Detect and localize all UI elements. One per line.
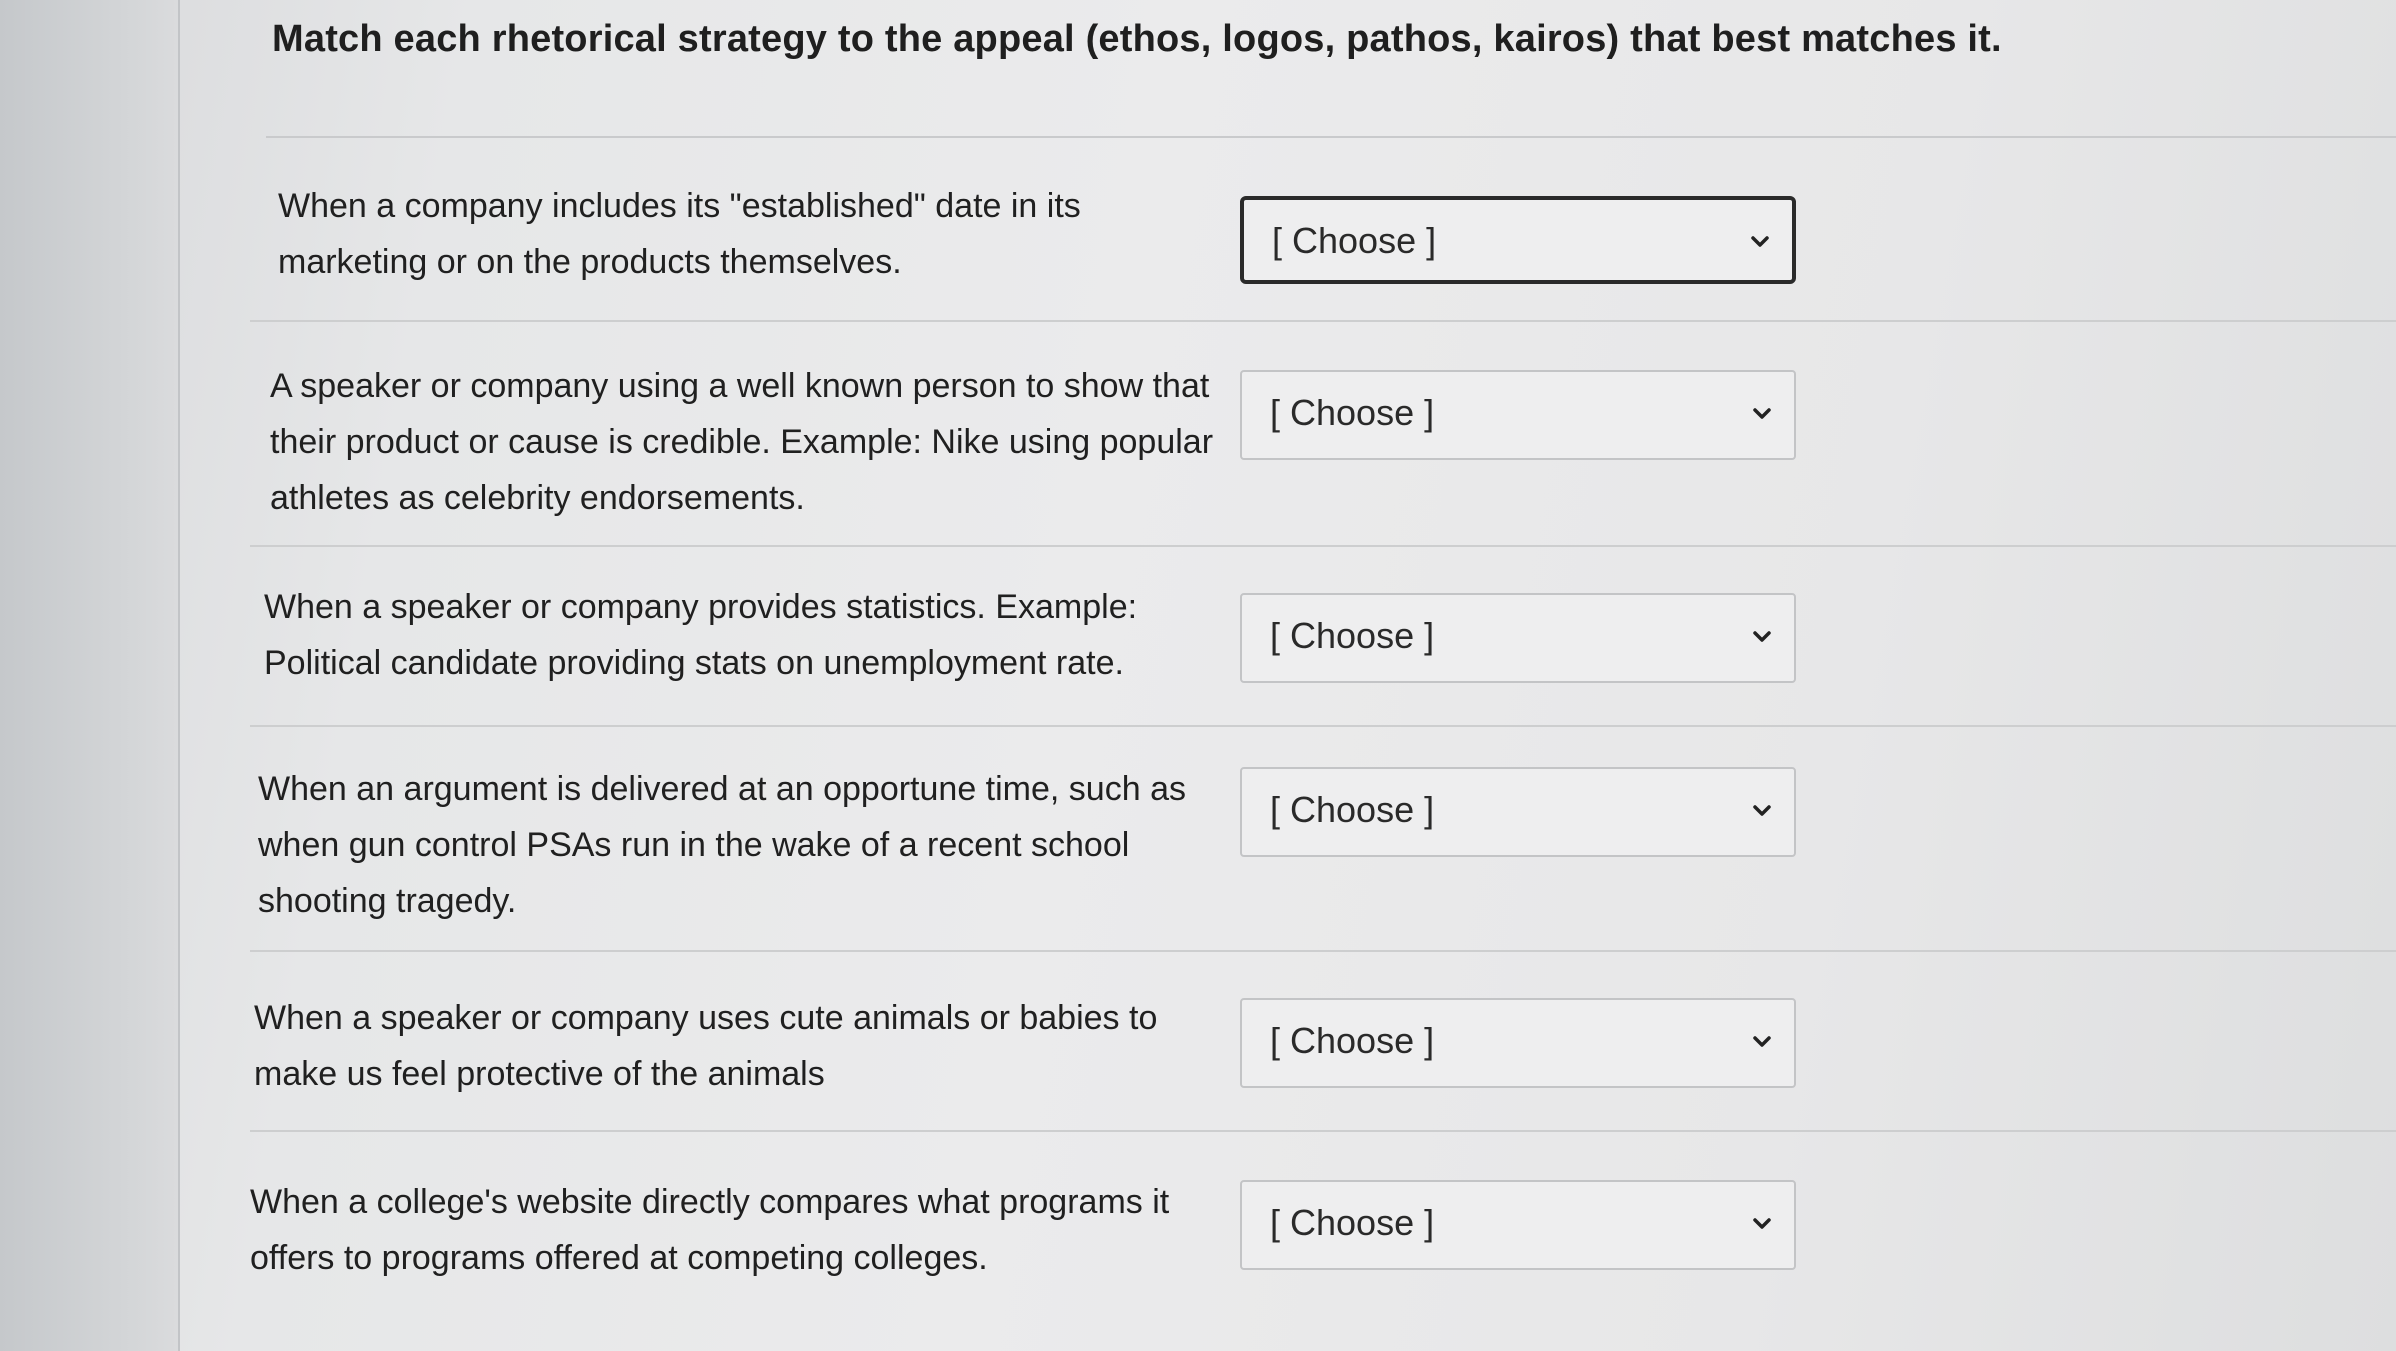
appeal-select[interactable]: [ Choose ]	[1240, 998, 1796, 1088]
appeal-select[interactable]: [ Choose ]	[1240, 767, 1796, 857]
appeal-select-value: [ Choose ]	[1270, 1020, 1435, 1061]
chevron-down-icon	[1751, 236, 1769, 247]
strategy-prompt: When a company includes its "established…	[278, 187, 1081, 281]
divider	[266, 136, 2396, 138]
chevron-down-icon	[1753, 1218, 1771, 1229]
appeal-select-value: [ Choose ]	[1270, 789, 1435, 830]
match-row: When a speaker or company uses cute anim…	[250, 970, 2396, 1132]
appeal-select[interactable]: [ Choose ]	[1240, 593, 1796, 683]
matching-question: Match each rhetorical strategy to the ap…	[180, 0, 2396, 1351]
match-row: A speaker or company using a well known …	[250, 340, 2396, 547]
appeal-select-value: [ Choose ]	[1270, 392, 1435, 433]
appeal-select-value: [ Choose ]	[1270, 1202, 1435, 1243]
chevron-down-icon	[1753, 408, 1771, 419]
match-row: When a speaker or company provides stati…	[250, 565, 2396, 727]
chevron-down-icon	[1753, 1036, 1771, 1047]
appeal-select[interactable]: [ Choose ]	[1240, 370, 1796, 460]
strategy-prompt: When a speaker or company uses cute anim…	[254, 999, 1158, 1093]
chevron-down-icon	[1753, 805, 1771, 816]
appeal-select[interactable]: [ Choose ]	[1240, 1180, 1796, 1270]
question-instruction: Match each rhetorical strategy to the ap…	[272, 18, 2002, 60]
strategy-prompt: When a college's website directly compar…	[250, 1183, 1170, 1277]
page-left-gutter	[0, 0, 180, 1351]
chevron-down-icon	[1753, 631, 1771, 642]
match-row: When a company includes its "established…	[250, 170, 2396, 322]
strategy-prompt: A speaker or company using a well known …	[270, 367, 1214, 517]
match-row: When an argument is delivered at an oppo…	[250, 745, 2396, 952]
appeal-select[interactable]: [ Choose ]	[1240, 196, 1796, 284]
match-row: When a college's website directly compar…	[250, 1150, 2396, 1351]
appeal-select-value: [ Choose ]	[1272, 220, 1437, 261]
strategy-prompt: When an argument is delivered at an oppo…	[258, 770, 1186, 920]
appeal-select-value: [ Choose ]	[1270, 615, 1435, 656]
strategy-prompt: When a speaker or company provides stati…	[264, 588, 1138, 682]
